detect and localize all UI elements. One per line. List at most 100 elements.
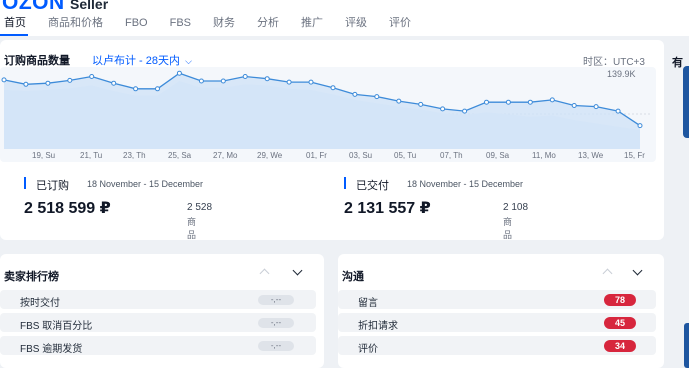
chart-point[interactable] [308,79,314,85]
chart-point[interactable] [264,76,270,82]
ordered-count: 2 528 [187,202,213,213]
rating-row-label: 按时交付 [20,298,60,309]
chart-point[interactable] [637,123,643,129]
comm-row-label: 评价 [358,344,378,355]
chevron-down-icon[interactable] [292,265,303,276]
x-tick: 01, Fr [306,151,327,160]
chart-point[interactable] [23,81,29,87]
main-nav: 首页 商品和价格 FBO FBS 财务 分析 推广 评级 评价 [0,16,429,36]
chart-point[interactable] [1,77,7,83]
chevron-down-icon: ⌵ [185,56,192,66]
x-tick: 27, Mo [213,151,238,160]
chart-point[interactable] [155,86,160,92]
ozon-logo[interactable]: OZON [2,0,65,15]
x-tick: 13, We [578,151,604,160]
chart-point[interactable] [220,78,226,84]
orders-card: 订购商品数量 以卢布计 - 28天内 ⌵ 时区：UTC+3 139.9K 19,… [0,40,664,240]
comm-row-reviews[interactable]: 评价 34 [338,336,656,355]
ordered-unit: 商品 [187,217,197,240]
x-tick: 23, Th [123,151,146,160]
chart-point[interactable] [286,79,292,85]
chart-point[interactable] [505,99,511,105]
delivered-range: 18 November - 15 December [407,179,524,189]
rating-row-value: -,-- [258,318,294,328]
chart-point[interactable] [527,99,533,105]
x-tick: 25, Sa [168,151,192,160]
communication-card: 沟通 留言 78 折扣请求 45 评价 34 [338,254,664,368]
chart-point[interactable] [484,99,489,105]
chart-point[interactable] [45,80,51,86]
chart-point[interactable] [396,98,402,104]
right-card-title: 有 [672,57,683,69]
chart-point[interactable] [330,85,336,91]
chart-point[interactable] [374,94,380,100]
chart-point[interactable] [242,74,248,79]
orders-card-title: 订购商品数量 [4,55,70,67]
nav-reviews[interactable]: 评价 [385,16,411,36]
nav-rating[interactable]: 评级 [341,16,367,36]
chart-point[interactable] [462,108,468,114]
chart-point[interactable] [418,101,424,107]
reviews-count-badge: 34 [604,340,636,352]
rating-row-fbs-late[interactable]: FBS 逾期发货 -,-- [0,336,316,355]
seller-rating-card: 卖家排行榜 按时交付 -,-- FBS 取消百分比 -,-- FBS 逾期发货 … [0,254,324,368]
nav-promotion[interactable]: 推广 [297,16,323,36]
x-tick: 05, Tu [394,151,417,160]
delivered-unit: 商品 [503,217,513,240]
comm-row-messages[interactable]: 留言 78 [338,290,656,309]
rating-row-label: FBS 逾期发货 [20,344,83,355]
delivered-count: 2 108 [503,202,529,213]
ordered-label: 已订购 [36,180,69,192]
x-tick: 09, Sa [486,151,510,160]
chevron-up-icon[interactable] [602,268,613,279]
seller-rating-title: 卖家排行榜 [4,271,59,283]
ordered-accent-bar [24,177,26,189]
nav-finance[interactable]: 财务 [209,16,235,36]
rating-row-value: -,-- [258,295,294,305]
chart-point[interactable] [133,86,139,92]
chart-point[interactable] [615,108,621,114]
nav-products[interactable]: 商品和价格 [44,16,103,36]
chevron-down-icon[interactable] [632,265,643,276]
delivered-value: 2 131 557 ₽ [344,200,431,217]
chevron-up-icon[interactable] [259,268,270,279]
nav-analytics[interactable]: 分析 [253,16,279,36]
period-selector[interactable]: 以卢布计 - 28天内 ⌵ [92,52,192,68]
chart-point[interactable] [549,97,555,103]
comm-row-discount-requests[interactable]: 折扣请求 45 [338,313,656,332]
x-tick: 07, Th [440,151,463,160]
chart-point[interactable] [352,91,358,97]
y-max-label: 139.9K [607,69,636,79]
delivered-accent-bar [344,177,346,189]
discount-requests-badge: 45 [604,317,636,329]
nav-fbs[interactable]: FBS [166,16,191,36]
chart-point[interactable] [89,74,95,79]
communication-title: 沟通 [342,271,364,283]
ordered-range: 18 November - 15 December [87,179,204,189]
nav-home[interactable]: 首页 [0,16,28,36]
right-promo-card-bottom[interactable] [684,323,689,368]
chart-point[interactable] [198,78,204,84]
x-tick: 21, Tu [80,151,103,160]
chart-point[interactable] [571,103,577,108]
right-promo-card[interactable] [683,66,689,138]
messages-count-badge: 78 [604,294,636,306]
x-tick: 11, Mo [532,151,556,160]
delivered-label: 已交付 [356,180,389,192]
rating-row-fbs-cancel[interactable]: FBS 取消百分比 -,-- [0,313,316,332]
chart-point[interactable] [440,106,446,112]
x-tick: 29, We [257,151,283,160]
chart-point[interactable] [67,77,73,83]
chart-point[interactable] [111,80,117,86]
chart-point[interactable] [176,70,182,76]
period-selector-label: 以卢布计 - 28天内 [92,55,181,67]
timezone-label: 时区：UTC+3 [583,57,645,68]
rating-row-on-time-delivery[interactable]: 按时交付 -,-- [0,290,316,309]
chart-point[interactable] [593,104,599,110]
rating-row-value: -,-- [258,341,294,351]
orders-chart[interactable] [0,67,656,162]
nav-fbo[interactable]: FBO [121,16,148,36]
rating-row-label: FBS 取消百分比 [20,321,93,332]
x-tick: 19, Su [32,151,56,160]
comm-row-label: 折扣请求 [358,321,398,332]
